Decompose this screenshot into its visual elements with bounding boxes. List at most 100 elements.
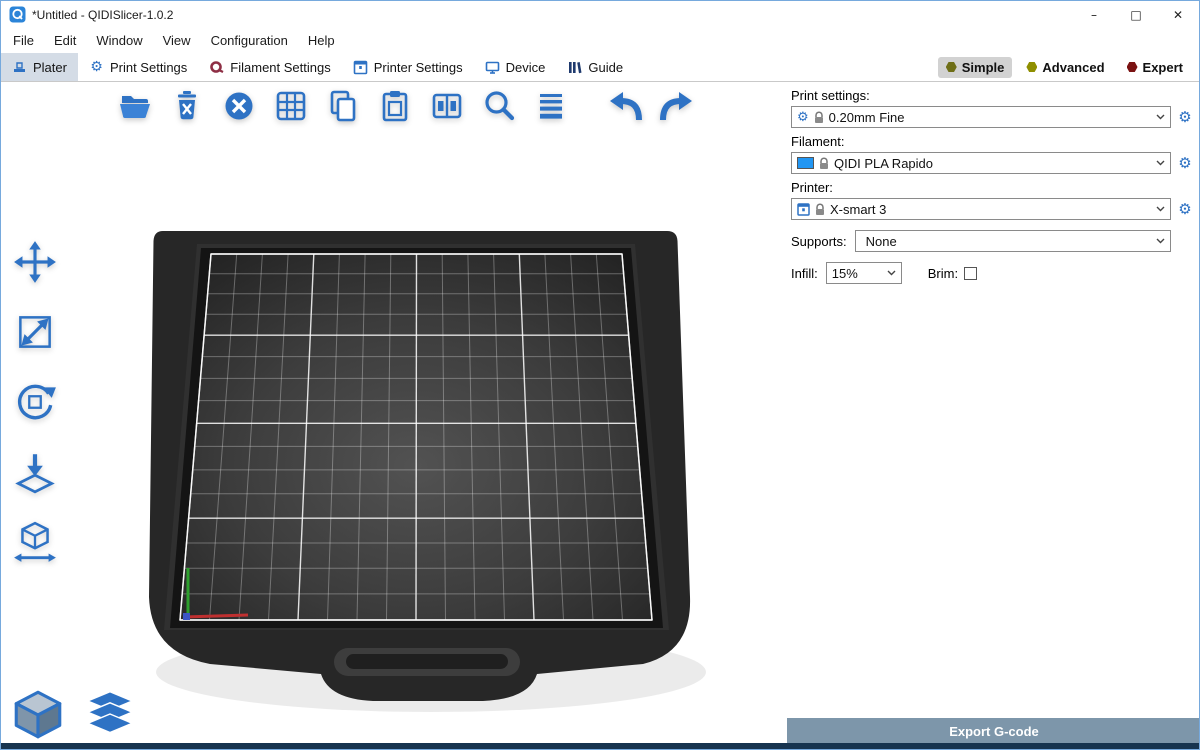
tab-printer-settings[interactable]: Printer Settings [342, 53, 474, 81]
tab-plater[interactable]: Plater [1, 53, 78, 81]
redo-icon [659, 88, 695, 124]
plater-icon [12, 60, 27, 75]
menu-item-help[interactable]: Help [298, 30, 345, 51]
move-button[interactable] [7, 234, 63, 290]
viewport-3d[interactable] [1, 82, 787, 745]
lock-icon [814, 111, 824, 124]
tab-label: Print Settings [110, 60, 187, 75]
simple-mode-icon [946, 62, 957, 73]
split-icon [429, 88, 465, 124]
3d-view-button[interactable] [9, 685, 67, 743]
tab-label: Guide [588, 60, 623, 75]
window-controls: – □ ✕ [1073, 1, 1199, 28]
printer-label: Printer: [791, 180, 1195, 195]
infill-select[interactable]: 15% [826, 262, 902, 284]
menu-item-file[interactable]: File [3, 30, 44, 51]
filament-value: QIDI PLA Rapido [834, 156, 933, 171]
window-title: *Untitled - QIDISlicer-1.0.2 [32, 8, 173, 22]
export-gcode-button[interactable]: Export G-code [787, 718, 1200, 745]
mode-expert[interactable]: Expert [1119, 57, 1191, 78]
measure-button[interactable] [7, 514, 63, 570]
arrange-icon [273, 88, 309, 124]
scale-button[interactable] [7, 304, 63, 360]
print-settings-gear-icon: ⚙ [89, 60, 104, 75]
device-monitor-icon [485, 60, 500, 75]
layers-preview-button[interactable] [81, 685, 139, 743]
tab-guide[interactable]: Guide [556, 53, 634, 81]
filament-select[interactable]: QIDI PLA Rapido [791, 152, 1171, 174]
supports-select[interactable]: None [855, 230, 1171, 252]
tabbar: Plater ⚙ Print Settings Filament Setting… [1, 53, 1199, 82]
print-settings-edit-button[interactable]: ⚙ [1175, 110, 1195, 125]
layers-preview-icon [84, 689, 136, 739]
chevron-down-icon [1152, 206, 1165, 212]
print-settings-row: ⚙ 0.20mm Fine ⚙ [791, 106, 1195, 128]
delete-all-button[interactable] [217, 86, 261, 126]
copy-button[interactable] [321, 86, 365, 126]
brim-checkbox[interactable] [964, 267, 977, 280]
filament-edit-button[interactable]: ⚙ [1175, 156, 1195, 171]
place-on-face-button[interactable] [7, 444, 63, 500]
menu-item-view[interactable]: View [153, 30, 201, 51]
mode-simple[interactable]: Simple [938, 57, 1013, 78]
open-project-button[interactable] [113, 86, 157, 126]
menu-item-window[interactable]: Window [86, 30, 152, 51]
menubar: File Edit Window View Configuration Help [1, 28, 1199, 53]
mode-advanced[interactable]: Advanced [1018, 57, 1112, 78]
app-logo-icon [9, 6, 26, 23]
mode-label: Expert [1143, 60, 1183, 75]
delete-button[interactable] [165, 86, 209, 126]
minimize-button[interactable]: – [1073, 1, 1115, 28]
printer-row: X-smart 3 ⚙ [791, 198, 1195, 220]
view-toggle [9, 685, 139, 743]
redo-button[interactable] [655, 86, 699, 126]
open-project-icon [117, 88, 153, 124]
print-settings-select[interactable]: ⚙ 0.20mm Fine [791, 106, 1171, 128]
filament-label: Filament: [791, 134, 1195, 149]
undo-icon [607, 88, 643, 124]
menu-item-configuration[interactable]: Configuration [201, 30, 298, 51]
tab-device[interactable]: Device [474, 53, 557, 81]
mode-switcher: Simple Advanced Expert [938, 53, 1199, 81]
split-button[interactable] [425, 86, 469, 126]
titlebar: *Untitled - QIDISlicer-1.0.2 – □ ✕ [1, 1, 1199, 28]
guide-book-icon [567, 60, 582, 75]
tab-filament-settings[interactable]: Filament Settings [198, 53, 341, 81]
printer-select[interactable]: X-smart 3 [791, 198, 1171, 220]
supports-value: None [866, 234, 897, 249]
chevron-down-icon [1152, 160, 1165, 166]
preset-gear-icon: ⚙ [797, 111, 809, 124]
chevron-down-icon [1152, 238, 1165, 244]
printer-edit-button[interactable]: ⚙ [1175, 202, 1195, 217]
maximize-button[interactable]: □ [1115, 1, 1157, 28]
paste-icon [377, 88, 413, 124]
place-on-face-icon [12, 449, 58, 495]
search-button[interactable] [477, 86, 521, 126]
filament-color-swatch [797, 157, 814, 169]
sidebar: Print settings: ⚙ 0.20mm Fine ⚙ Filament… [787, 82, 1200, 745]
mode-label: Simple [962, 60, 1005, 75]
close-button[interactable]: ✕ [1157, 1, 1199, 28]
move-icon [12, 239, 58, 285]
printer-preset-icon [797, 203, 810, 216]
tab-print-settings[interactable]: ⚙ Print Settings [78, 53, 198, 81]
infill-value: 15% [832, 266, 858, 281]
mode-label: Advanced [1042, 60, 1104, 75]
menu-item-edit[interactable]: Edit [44, 30, 86, 51]
rotate-button[interactable] [7, 374, 63, 430]
tab-label: Filament Settings [230, 60, 330, 75]
filament-spool-icon [209, 60, 224, 75]
lock-icon [815, 203, 825, 216]
app-window: *Untitled - QIDISlicer-1.0.2 – □ ✕ File … [0, 0, 1200, 750]
expert-mode-icon [1127, 62, 1138, 73]
scale-icon [12, 309, 58, 355]
variable-layer-height-button[interactable] [529, 86, 573, 126]
undo-button[interactable] [603, 86, 647, 126]
arrange-button[interactable] [269, 86, 313, 126]
infill-label: Infill: [791, 266, 818, 281]
paste-button[interactable] [373, 86, 417, 126]
search-icon [481, 88, 517, 124]
lock-icon [819, 157, 829, 170]
chevron-down-icon [1152, 114, 1165, 120]
manipulation-toolbar [7, 234, 63, 570]
